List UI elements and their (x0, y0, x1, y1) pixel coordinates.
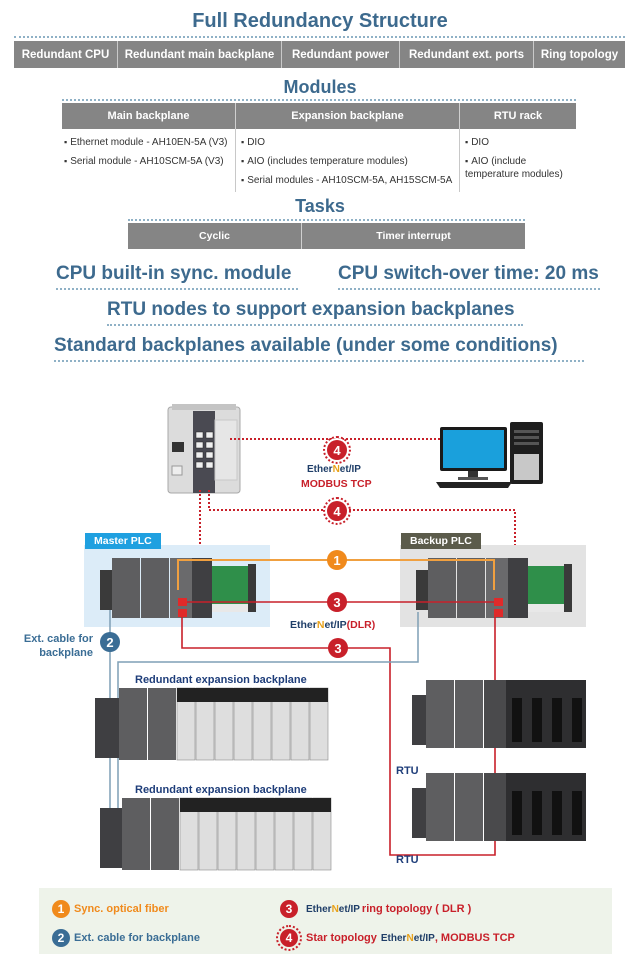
ethernetip-logo: EtherNet/IP (381, 933, 435, 944)
ethernetip-n: N (406, 932, 414, 944)
feature-bar: Redundant CPU Redundant main backplane R… (14, 41, 625, 68)
feature-redundant-cpu: Redundant CPU (14, 41, 118, 68)
modules-table: Main backplane Expansion backplane RTU r… (62, 103, 576, 192)
ring-topology-badge: 3 (327, 592, 347, 612)
list-item: Serial modules - AH10SCM-5A, AH15SCM-5A (236, 171, 459, 190)
highlight-standard-backplanes: Standard backplanes available (under som… (54, 335, 558, 356)
modbus-tcp-label: MODBUS TCP (301, 478, 372, 490)
modules-title: Modules (283, 77, 357, 97)
expansion-backplane-rack-1 (95, 687, 329, 761)
ethernetip-logo: EtherNet/IP (307, 464, 361, 475)
master-plc-label: Master PLC (85, 533, 161, 549)
rtu-rack-list: DIO AIO (include temperature modules) (460, 129, 576, 192)
page-title: Full Redundancy Structure (192, 10, 448, 32)
ethernetip-n: N (332, 464, 340, 475)
expansion-backplane-list: DIO AIO (includes temperature modules) S… (236, 129, 460, 192)
ring-topology-badge: 3 (328, 638, 348, 658)
legend-item-ring-topology: 3 EtherNet/IP ring topology ( DLR ) (280, 900, 471, 918)
expansion-backplane-rack-2 (100, 797, 332, 871)
list-item: AIO (include temperature modules) (460, 152, 576, 184)
star-topology-badge: 4 (323, 497, 351, 525)
feature-redundant-ext-ports: Redundant ext. ports (400, 41, 534, 68)
computer-icon (436, 422, 543, 488)
legend-text: ring topology ( DLR ) (361, 903, 472, 915)
ext-cable-label: Ext. cable for backplane (18, 632, 93, 660)
ext-cable-label-line: backplane (39, 647, 93, 659)
star-topology-badge: 4 (323, 436, 351, 464)
list-item: DIO (236, 133, 459, 152)
list-item: AIO (includes temperature modules) (236, 152, 459, 171)
legend-item-sync-fiber: 1 Sync. optical fiber (52, 900, 169, 918)
network-diagram: Master PLC Backup PLC 4 EtherNet/IP MODB… (0, 380, 640, 880)
ethernetip-text: Ether (306, 903, 332, 915)
feature-ring-topology: Ring topology (534, 41, 625, 68)
ethernet-switch-icon (167, 404, 241, 494)
badge-1-icon: 1 (52, 900, 70, 918)
ext-cable-badge: 2 (100, 632, 120, 652)
legend-text: Star topology (306, 932, 377, 944)
ethernetip-text: et/IP (339, 464, 361, 475)
column-header-rtu-rack: RTU rack (460, 103, 576, 129)
rtu-label-1: RTU (396, 765, 419, 777)
ethernetip-n: N (331, 903, 339, 915)
list-item: DIO (460, 133, 576, 152)
rtu-rack-1 (412, 680, 586, 748)
badge-3-icon: 3 (280, 900, 298, 918)
badge-2-icon: 2 (52, 929, 70, 947)
rtu-rack-2 (412, 773, 586, 841)
expansion-backplane-label-2: Redundant expansion backplane (135, 784, 307, 796)
legend-item-star-topology: 4 Star topology EtherNet/IP , MODBUS TCP (276, 925, 515, 951)
legend-text: Sync. optical fiber (74, 903, 169, 915)
highlight-switchover-time: CPU switch-over time: 20 ms (338, 263, 599, 284)
list-item: Serial module - AH10SCM-5A (V3) (62, 152, 235, 171)
ethernetip-text: Ether (380, 932, 407, 944)
legend-text: , MODBUS TCP (434, 932, 515, 944)
modules-body-row: Ethernet module - AH10EN-5A (V3) Serial … (62, 129, 576, 192)
ethernetip-text: Ether (290, 619, 317, 631)
divider (107, 324, 523, 326)
backup-plc-label: Backup PLC (401, 533, 481, 549)
task-cyclic: Cyclic (128, 223, 302, 249)
main-backplane-list: Ethernet module - AH10EN-5A (V3) Serial … (62, 129, 236, 192)
dlr-text: (DLR) (346, 619, 376, 631)
ethernetip-dlr-label: EtherNet/IP(DLR) (290, 619, 375, 631)
badge-4-icon: 4 (276, 925, 302, 951)
sync-fiber-badge: 1 (327, 550, 347, 570)
ext-cable-label-line: Ext. cable for (23, 633, 93, 645)
column-header-expansion-backplane: Expansion backplane (236, 103, 460, 129)
list-item: Ethernet module - AH10EN-5A (V3) (62, 133, 235, 152)
ethernetip-text: et/IP (338, 903, 360, 915)
divider (338, 288, 600, 290)
ethernetip-text: Ether (307, 464, 333, 475)
modules-header-row: Main backplane Expansion backplane RTU r… (62, 103, 576, 129)
modules-divider (62, 99, 576, 101)
tasks-bar: Cyclic Timer interrupt (128, 223, 525, 249)
ethernetip-text: et/IP (413, 932, 435, 944)
title-divider (14, 36, 625, 38)
tasks-divider (128, 219, 525, 221)
ethernetip-logo: EtherNet/IP (306, 904, 360, 915)
divider (56, 288, 298, 290)
divider (54, 360, 584, 362)
column-header-main-backplane: Main backplane (62, 103, 236, 129)
legend-text: Ext. cable for backplane (74, 932, 200, 944)
rtu-label-2: RTU (396, 854, 419, 866)
ethernetip-text: et/IP (324, 619, 347, 631)
task-timer-interrupt: Timer interrupt (302, 223, 525, 249)
highlight-rtu-nodes: RTU nodes to support expansion backplane… (107, 299, 515, 320)
tasks-title: Tasks (295, 196, 345, 216)
legend-item-ext-cable: 2 Ext. cable for backplane (52, 929, 200, 947)
legend: 1 Sync. optical fiber 2 Ext. cable for b… (39, 888, 612, 954)
feature-redundant-power: Redundant power (282, 41, 400, 68)
feature-redundant-main-backplane: Redundant main backplane (118, 41, 282, 68)
highlight-sync-module: CPU built-in sync. module (56, 263, 292, 284)
expansion-backplane-label-1: Redundant expansion backplane (135, 674, 307, 686)
